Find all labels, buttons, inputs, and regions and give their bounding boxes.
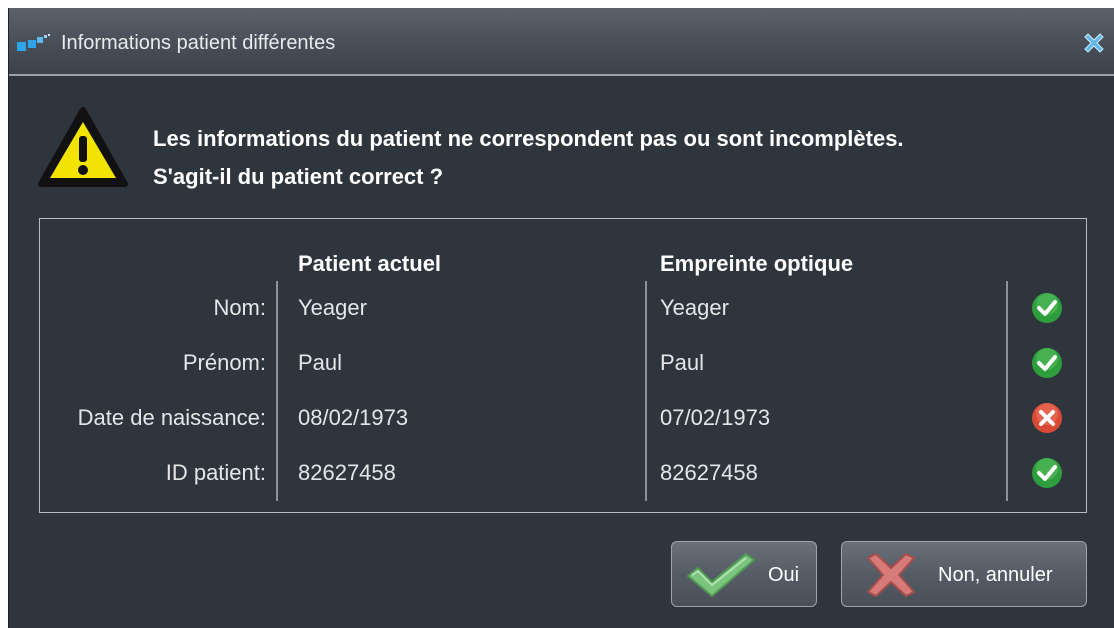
current-prenom: Paul [298, 350, 343, 375]
optical-date-naissance: 07/02/1973 [660, 405, 771, 430]
comparison-table: Patient actuel Empreinte optique Nom: Ye… [39, 218, 1087, 513]
app-squares-icon [17, 34, 50, 51]
column-divider [276, 281, 278, 501]
title-bar: Informations patient différentes [9, 8, 1114, 76]
close-icon[interactable] [1081, 30, 1107, 56]
message-line-1: Les informations du patient ne correspon… [153, 126, 904, 151]
optical-prenom: Paul [660, 350, 705, 375]
current-id-patient: 82627458 [298, 460, 396, 485]
cross-icon [867, 553, 915, 597]
checkmark-icon [687, 553, 755, 597]
check-icon [1032, 293, 1062, 323]
cancel-button-label: Non, annuler [938, 564, 1053, 586]
optical-id-patient: 82627458 [660, 460, 758, 485]
optical-nom: Yeager [660, 295, 729, 320]
yes-button[interactable]: Oui [671, 541, 817, 607]
window-title: Informations patient différentes [61, 32, 336, 54]
check-icon [1032, 458, 1062, 488]
dialog-message: Les informations du patient ne correspon… [153, 120, 1103, 196]
check-icon [1032, 348, 1062, 378]
patient-mismatch-dialog: Informations patient différentes Les inf… [8, 8, 1114, 628]
column-divider [645, 281, 647, 501]
warning-icon [38, 107, 128, 187]
current-date-naissance: 08/02/1973 [298, 405, 409, 430]
cancel-button[interactable]: Non, annuler [841, 541, 1087, 607]
column-header-current: Patient actuel [298, 251, 442, 276]
row-label-id-patient: ID patient: [165, 460, 266, 485]
column-divider [1006, 281, 1008, 501]
row-label-date-naissance: Date de naissance: [77, 405, 266, 430]
yes-button-label: Oui [768, 564, 800, 586]
message-line-2: S'agit-il du patient correct ? [153, 164, 444, 189]
row-label-prenom: Prénom: [182, 350, 266, 375]
column-header-optical: Empreinte optique [660, 251, 854, 276]
row-label-nom: Nom: [213, 295, 266, 320]
error-x-icon [1032, 403, 1062, 433]
current-nom: Yeager [298, 295, 367, 320]
